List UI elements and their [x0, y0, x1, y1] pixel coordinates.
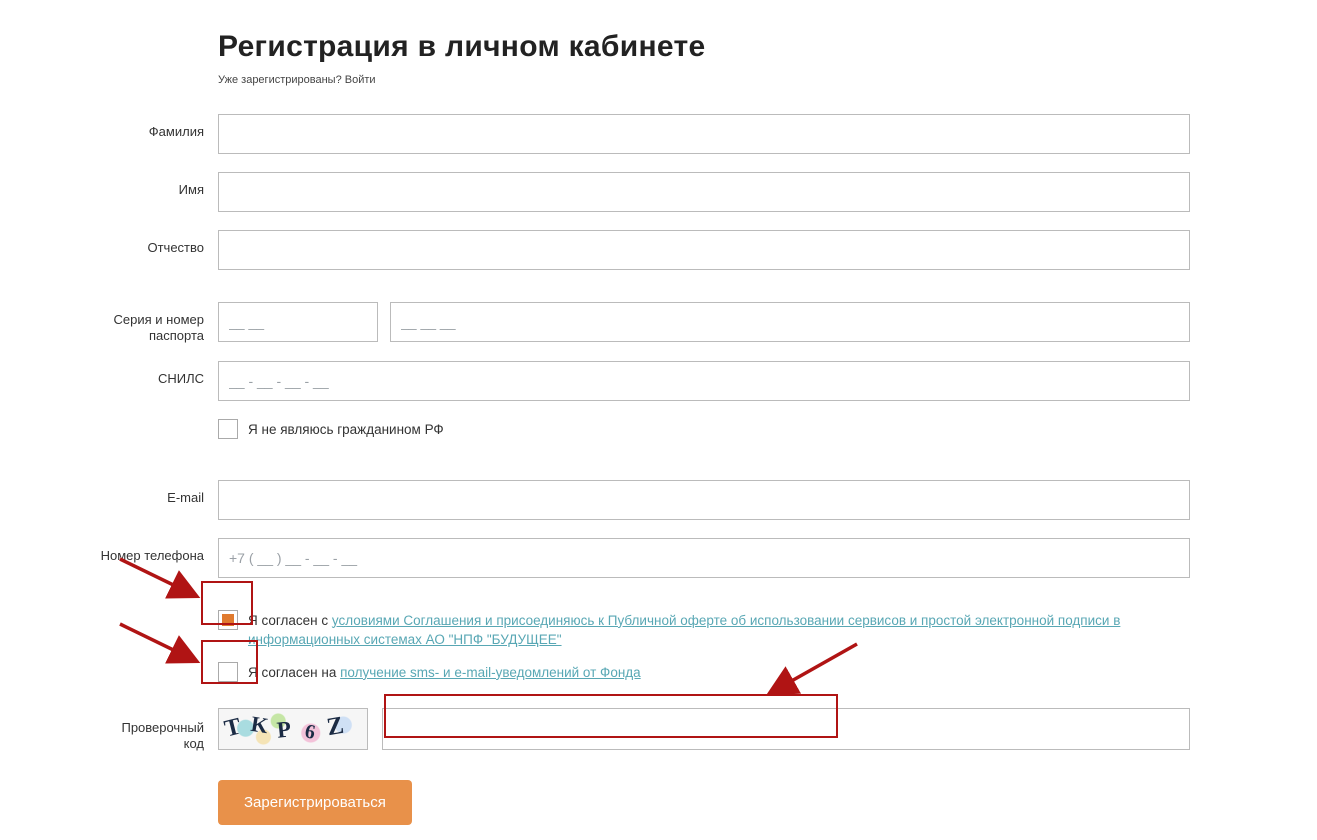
label-captcha: Проверочный код [100, 708, 218, 751]
passport-number-input[interactable] [390, 302, 1190, 342]
label-firstname: Имя [100, 172, 218, 198]
notifications-link[interactable]: получение sms- и e-mail-уведомлений от Ф… [340, 665, 641, 680]
label-email: E-mail [100, 480, 218, 506]
agreement-checkbox[interactable] [218, 610, 238, 630]
not-rf-label: Я не являюсь гражданином РФ [248, 419, 444, 440]
register-button[interactable]: Зарегистрироваться [218, 780, 412, 825]
label-lastname: Фамилия [100, 114, 218, 140]
registration-form: Регистрация в личном кабинете Уже зареги… [100, 30, 1190, 825]
login-hint-text: Уже зарегистрированы? [218, 74, 345, 86]
login-hint: Уже зарегистрированы? Войти [218, 74, 1190, 86]
label-phone: Номер телефона [100, 538, 218, 564]
page-title: Регистрация в личном кабинете [218, 30, 1190, 64]
captcha-input[interactable] [382, 708, 1190, 750]
lastname-input[interactable] [218, 114, 1190, 154]
not-rf-checkbox[interactable] [218, 419, 238, 439]
email-input[interactable] [218, 480, 1190, 520]
notifications-prefix: Я согласен на [248, 665, 340, 680]
passport-series-input[interactable] [218, 302, 378, 342]
label-patronymic: Отчество [100, 230, 218, 256]
notifications-label: Я согласен на получение sms- и e-mail-ув… [248, 662, 641, 683]
checkbox-fill-icon [222, 614, 234, 626]
agreement-label: Я согласен с условиями Соглашения и прис… [248, 610, 1190, 650]
agreement-prefix: Я согласен с [248, 613, 332, 628]
notifications-checkbox[interactable] [218, 662, 238, 682]
label-snils: СНИЛС [100, 361, 218, 387]
firstname-input[interactable] [218, 172, 1190, 212]
phone-input[interactable] [218, 538, 1190, 578]
agreement-link[interactable]: условиями Соглашения и присоединяюсь к П… [248, 613, 1120, 648]
label-passport: Серия и номер паспорта [100, 302, 218, 343]
captcha-image: T K P 6 Z [218, 708, 368, 750]
snils-input[interactable] [218, 361, 1190, 401]
login-link[interactable]: Войти [345, 74, 376, 86]
patronymic-input[interactable] [218, 230, 1190, 270]
